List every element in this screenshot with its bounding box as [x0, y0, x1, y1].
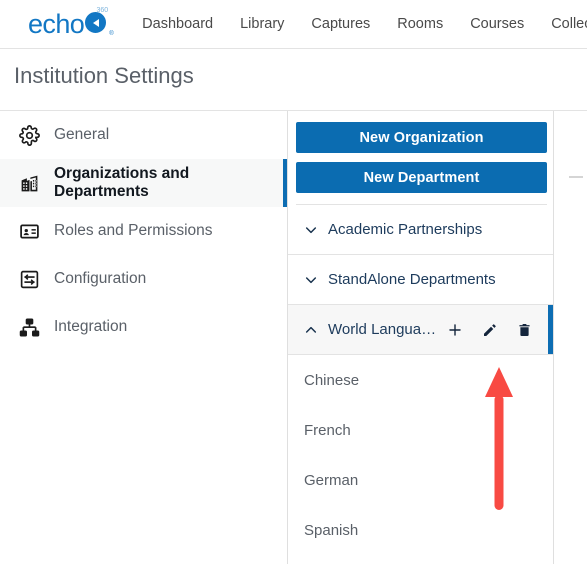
- sidebar-item-configuration[interactable]: Configuration: [0, 255, 287, 303]
- plus-icon[interactable]: [446, 321, 463, 338]
- sidebar-item-roles-and-permissions-label: Roles and Permissions: [54, 222, 213, 239]
- tree-row-label: StandAlone Departments: [328, 271, 496, 288]
- tree-action-buttons: New Organization New Department: [288, 111, 553, 205]
- logo-wordmark: echo: [28, 8, 85, 39]
- chevron-up-icon[interactable]: [302, 321, 320, 339]
- pencil-icon[interactable]: [481, 321, 498, 338]
- tree-row[interactable]: StandAlone Departments: [288, 255, 553, 305]
- gear-icon: [18, 124, 40, 146]
- tree-child-item[interactable]: German: [288, 455, 553, 505]
- tree-child-label: German: [304, 471, 359, 489]
- nav-library[interactable]: Library: [240, 16, 284, 32]
- primary-nav-links: Dashboard Library Captures Rooms Courses…: [142, 16, 587, 32]
- sidebar-item-organizations-and-departments[interactable]: Organizations and Departments: [0, 159, 287, 207]
- nav-collections[interactable]: Collections: [551, 16, 587, 32]
- tree-child-label: Chinese: [304, 371, 360, 389]
- app-root: echo 360 ® Dashboard Library Captures Ro…: [0, 0, 587, 564]
- sidebar-item-configuration-label: Configuration: [54, 270, 147, 287]
- top-navigation-bar: echo 360 ® Dashboard Library Captures Ro…: [0, 0, 587, 49]
- sitemap-icon: [18, 316, 40, 338]
- chevron-down-icon[interactable]: [302, 221, 320, 239]
- tree-child-item[interactable]: Spanish: [288, 505, 553, 555]
- nav-rooms[interactable]: Rooms: [397, 16, 443, 32]
- logo-superscript: 360: [96, 6, 109, 14]
- nav-captures[interactable]: Captures: [311, 16, 370, 32]
- tree-row-label: Academic Partnerships: [328, 221, 483, 238]
- sidebar-item-general-label: General: [54, 126, 110, 143]
- tree-row-actions: [446, 321, 545, 338]
- settings-sidebar: General Organizations and Departments Ro…: [0, 111, 287, 564]
- new-organization-button[interactable]: New Organization: [296, 122, 547, 153]
- trash-icon[interactable]: [516, 321, 533, 338]
- tree-child-label: Spanish: [304, 521, 359, 539]
- sidebar-item-integration[interactable]: Integration: [0, 303, 287, 351]
- logo-play-icon: [85, 11, 107, 33]
- chevron-down-icon[interactable]: [302, 271, 320, 289]
- sidebar-item-roles-and-permissions[interactable]: Roles and Permissions: [0, 207, 287, 255]
- tree-row-selected[interactable]: World Langua…: [288, 305, 553, 355]
- page-title: Institution Settings: [14, 63, 194, 88]
- id-badge-icon: [18, 220, 40, 242]
- nav-dashboard[interactable]: Dashboard: [142, 16, 213, 32]
- tree-child-item[interactable]: French: [288, 405, 553, 455]
- sliders-icon: [18, 268, 40, 290]
- tree-child-item[interactable]: Chinese: [288, 355, 553, 405]
- sidebar-item-integration-label: Integration: [54, 318, 128, 335]
- sidebar-item-general[interactable]: General: [0, 111, 287, 159]
- tree-child-label: French: [304, 421, 351, 439]
- building-icon: [18, 172, 40, 194]
- detail-panel-divider: [553, 111, 554, 564]
- organization-tree-panel: New Organization New Department Academic…: [288, 111, 553, 564]
- detail-panel-stub: [569, 176, 583, 178]
- tree-row-label: World Langua…: [328, 321, 437, 338]
- nav-courses[interactable]: Courses: [470, 16, 524, 32]
- echo360-logo[interactable]: echo 360 ®: [28, 7, 114, 39]
- tree-row[interactable]: Academic Partnerships: [288, 205, 553, 255]
- logo-registered-mark: ®: [109, 30, 114, 37]
- sidebar-item-organizations-and-departments-label: Organizations and Departments: [54, 165, 190, 200]
- new-department-button[interactable]: New Department: [296, 162, 547, 193]
